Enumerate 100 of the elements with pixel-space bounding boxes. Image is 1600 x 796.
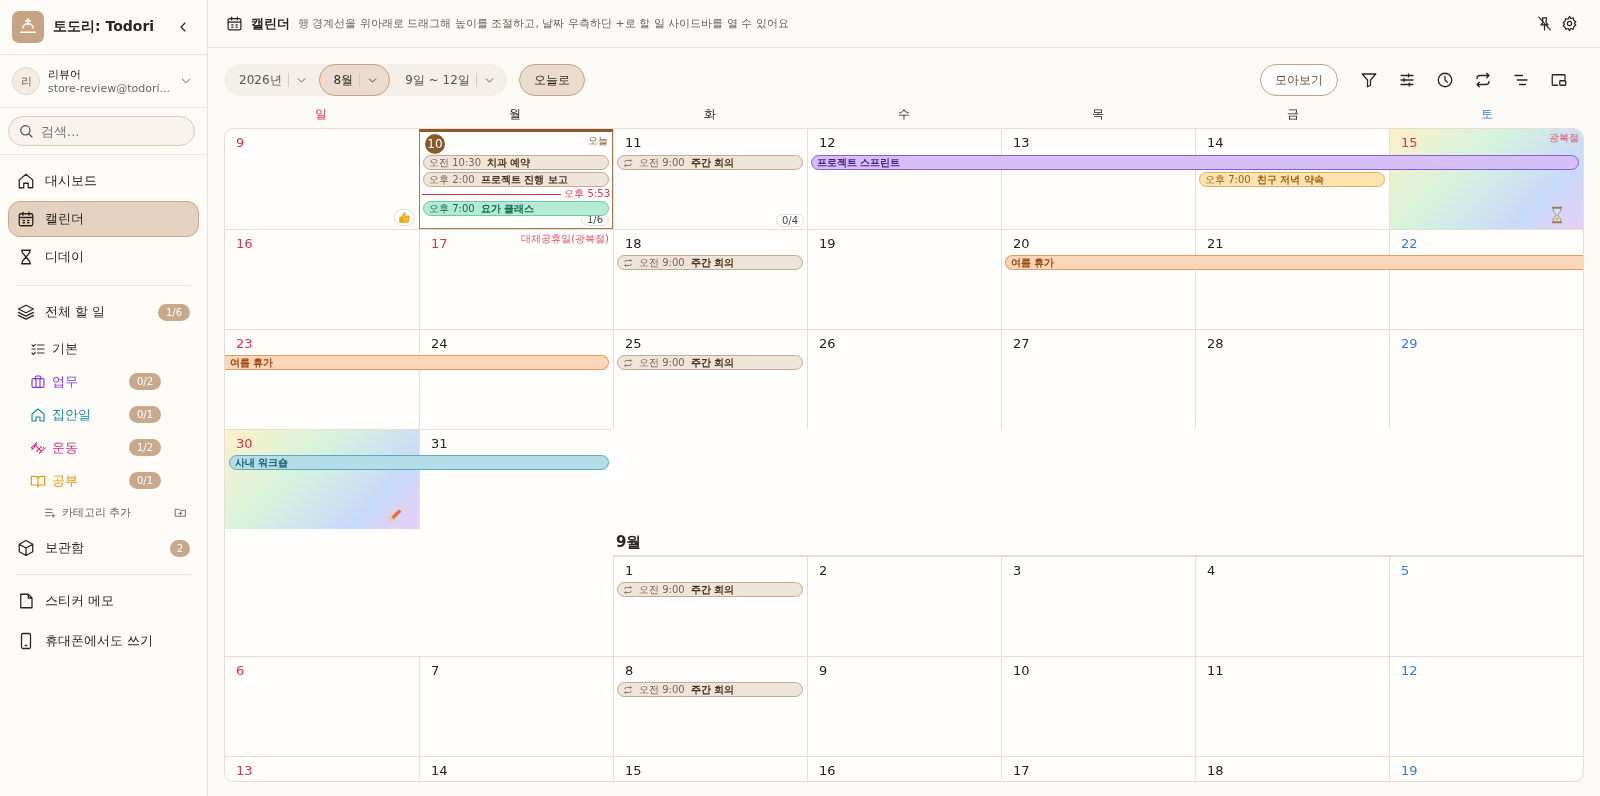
day-number[interactable]: 31: [431, 436, 448, 451]
day-number[interactable]: 20: [1013, 236, 1030, 251]
repeat-icon: [623, 584, 633, 595]
day-number[interactable]: 17: [1013, 763, 1030, 778]
day-number[interactable]: 14: [1207, 135, 1224, 150]
add-category-button[interactable]: 카테고리 추가: [44, 505, 132, 520]
day-number[interactable]: 10: [425, 134, 445, 154]
timed-event[interactable]: 오전 9:00 주간 회의: [617, 582, 803, 597]
day-number[interactable]: 19: [1401, 763, 1418, 778]
task-count[interactable]: 0/4: [775, 214, 804, 227]
day-number[interactable]: 5: [1401, 563, 1410, 578]
day-number[interactable]: 1: [625, 563, 634, 578]
event-bar[interactable]: 여름 휴가: [225, 355, 609, 370]
day-number[interactable]: 7: [431, 663, 440, 678]
date-dropdown[interactable]: 2026년: [224, 64, 319, 96]
day-number[interactable]: 9: [236, 135, 245, 150]
category-item[interactable]: 운동 1/2: [0, 431, 207, 464]
nav-item[interactable]: 휴대폰에서도 쓰기: [8, 623, 199, 659]
day-number[interactable]: 26: [819, 336, 836, 351]
timed-event[interactable]: 오전 9:00 주간 회의: [617, 355, 803, 370]
day-number[interactable]: 15: [625, 763, 642, 778]
timed-event[interactable]: 오전 9:00 주간 회의: [617, 682, 803, 697]
day-number[interactable]: 15: [1401, 135, 1418, 150]
day-number[interactable]: 10: [1013, 663, 1030, 678]
day-number[interactable]: 8: [625, 663, 634, 678]
nav-item[interactable]: 스티커 메모: [8, 583, 199, 619]
category-item[interactable]: 업무 0/2: [0, 365, 207, 398]
date-dropdown[interactable]: 8월: [318, 64, 391, 96]
folder-plus-icon[interactable]: [174, 506, 187, 519]
event-bar[interactable]: 프로젝트 스프린트: [811, 155, 1579, 170]
event-time: 오후 7:00: [429, 202, 475, 215]
repeat-icon[interactable]: [1474, 71, 1492, 89]
day-number[interactable]: 19: [819, 236, 836, 251]
weekday-label: 일: [314, 106, 329, 123]
event-title: 프로젝트 진행 보고: [480, 173, 568, 186]
gallery-view-button[interactable]: 모아보기: [1260, 64, 1338, 96]
app-name: 토도리: Todori: [53, 18, 156, 36]
timed-event[interactable]: 오전 10:30 치과 예약: [423, 155, 609, 170]
day-number[interactable]: 22: [1401, 236, 1418, 251]
day-number[interactable]: 16: [819, 763, 836, 778]
day-number[interactable]: 9: [819, 663, 828, 678]
clock-icon[interactable]: [1436, 71, 1454, 89]
day-number[interactable]: 2: [819, 563, 828, 578]
day-number[interactable]: 23: [236, 336, 253, 351]
nav-item[interactable]: 디데이: [8, 239, 199, 275]
event-bar[interactable]: 여름 휴가: [1005, 255, 1583, 270]
layers-icon: [17, 303, 35, 321]
day-number[interactable]: 14: [431, 763, 448, 778]
weekday-label: 월: [508, 106, 523, 123]
day-number[interactable]: 18: [625, 236, 642, 251]
day-number[interactable]: 11: [1207, 663, 1224, 678]
event-time: 오후 2:00: [429, 173, 475, 186]
day-number[interactable]: 21: [1207, 236, 1224, 251]
list-plus-icon: [44, 506, 57, 519]
category-item[interactable]: 집안일 0/1: [0, 398, 207, 431]
event-title: 주간 회의: [690, 683, 735, 696]
box-icon: [17, 539, 35, 557]
event-title: 주간 회의: [690, 156, 735, 169]
day-number[interactable]: 4: [1207, 563, 1216, 578]
day-number[interactable]: 12: [1401, 663, 1418, 678]
filter-icon[interactable]: [1360, 71, 1378, 89]
nav-item[interactable]: 대시보드: [8, 163, 199, 199]
day-number[interactable]: 17: [431, 236, 448, 251]
timed-event[interactable]: 오전 9:00 주간 회의: [617, 155, 803, 170]
day-number[interactable]: 25: [625, 336, 642, 351]
all-tasks-item[interactable]: 전체 할 일 1/6: [8, 294, 199, 330]
day-number[interactable]: 18: [1207, 763, 1224, 778]
timed-event[interactable]: 오후 7:00 친구 저녁 약속: [1199, 172, 1385, 187]
today-button[interactable]: 오늘로: [518, 64, 585, 96]
day-number[interactable]: 6: [236, 663, 245, 678]
weekday-label: 수: [897, 106, 911, 123]
settings-icon[interactable]: [1561, 15, 1578, 32]
picture-in-picture-icon[interactable]: [1550, 71, 1568, 89]
day-number[interactable]: 11: [625, 135, 642, 150]
sliders-icon[interactable]: [1398, 71, 1416, 89]
pin-off-icon[interactable]: [1536, 15, 1553, 32]
day-number[interactable]: 13: [236, 763, 253, 778]
event-bar[interactable]: 사내 워크숍: [229, 455, 609, 470]
day-number[interactable]: 12: [819, 135, 836, 150]
category-item[interactable]: 기본: [0, 332, 207, 365]
timed-event[interactable]: 오후 7:00 요가 클래스: [423, 201, 609, 216]
event-time: 오전 9:00: [639, 156, 685, 169]
user-avatar: 리: [12, 67, 40, 95]
day-number[interactable]: 16: [236, 236, 253, 251]
timed-event[interactable]: 오전 9:00 주간 회의: [617, 255, 803, 270]
day-number[interactable]: 30: [236, 436, 253, 451]
day-number[interactable]: 13: [1013, 135, 1030, 150]
today-label: 오늘: [588, 134, 608, 148]
timed-event[interactable]: 오후 2:00 프로젝트 진행 보고: [423, 172, 609, 187]
nav-item[interactable]: 캘린더: [8, 201, 199, 237]
archive-item[interactable]: 보관함 2: [8, 530, 199, 566]
day-number[interactable]: 27: [1013, 336, 1030, 351]
search-field[interactable]: 검색...: [8, 116, 195, 146]
home-icon: [17, 172, 35, 190]
event-time: 오전 9:00: [639, 683, 685, 696]
day-number[interactable]: 28: [1207, 336, 1224, 351]
day-number[interactable]: 24: [431, 336, 448, 351]
date-dropdown[interactable]: 9일 ~ 12일: [390, 64, 507, 96]
day-number[interactable]: 29: [1401, 336, 1418, 351]
day-number[interactable]: 3: [1013, 563, 1022, 578]
